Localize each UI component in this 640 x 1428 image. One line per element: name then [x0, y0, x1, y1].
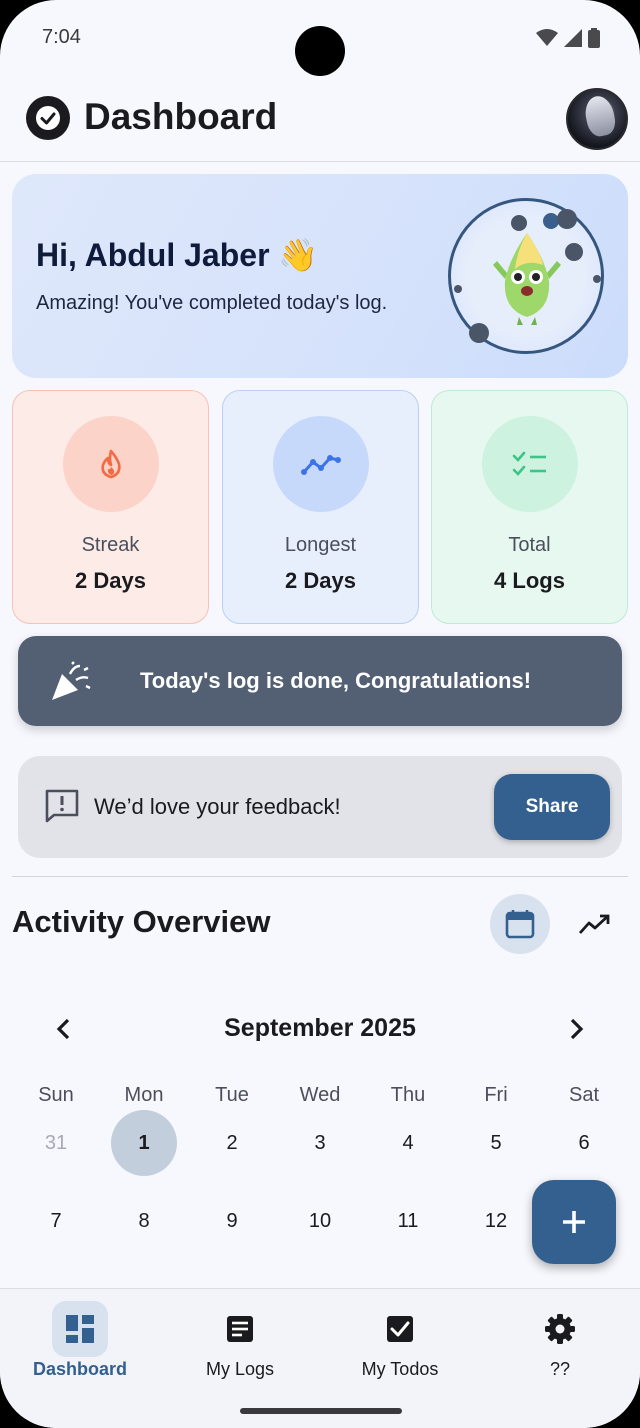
- bottom-navigation: Dashboard My Logs My Todos ??: [0, 1288, 640, 1428]
- calendar-day[interactable]: 31: [23, 1110, 89, 1176]
- add-log-button[interactable]: [532, 1180, 616, 1264]
- mascot-image: [448, 198, 604, 354]
- notes-icon: [212, 1301, 268, 1357]
- nav-item-settings[interactable]: ??: [480, 1289, 640, 1399]
- congrats-text: Today's log is done, Congratulations!: [140, 668, 532, 693]
- signal-icon: [564, 29, 582, 47]
- trending-up-icon: [578, 914, 610, 934]
- chart-view-button[interactable]: [564, 894, 624, 954]
- divider: [12, 876, 628, 877]
- plus-icon: [563, 1211, 585, 1233]
- avatar[interactable]: [566, 88, 628, 150]
- stat-value: 2 Days: [285, 568, 356, 593]
- calendar-day[interactable]: 6: [551, 1110, 617, 1176]
- calendar-day[interactable]: 11: [375, 1188, 441, 1254]
- stat-label: Streak: [81, 534, 140, 556]
- weekday-label: Tue: [215, 1084, 249, 1106]
- greeting-card: Hi, Abdul Jaber 👋 Amazing! You've comple…: [12, 174, 628, 378]
- checklist-icon: [482, 416, 578, 512]
- camera-cutout: [295, 26, 345, 76]
- weekday-label: Wed: [299, 1084, 341, 1106]
- stat-value: 4 Logs: [494, 568, 565, 593]
- dashboard-icon: [52, 1301, 108, 1357]
- congrats-banner: Today's log is done, Congratulations!: [18, 636, 622, 726]
- greeting-subtitle: Amazing! You've completed today's log.: [36, 292, 388, 314]
- system-icons: [536, 28, 600, 48]
- app-bar: Dashboard: [0, 80, 640, 162]
- nav-item-my-logs[interactable]: My Logs: [160, 1289, 320, 1399]
- section-title: Activity Overview: [12, 904, 271, 939]
- weekday-label: Sat: [568, 1084, 600, 1106]
- settings-icon: [532, 1301, 588, 1357]
- calendar-day[interactable]: 8: [111, 1188, 177, 1254]
- stat-card-total: Total 4 Logs: [431, 390, 628, 624]
- nav-item-my-todos[interactable]: My Todos: [320, 1289, 480, 1399]
- feedback-card: We’d love your feedback! Share: [18, 756, 622, 858]
- nav-label: Dashboard: [32, 1359, 128, 1379]
- calendar-day[interactable]: 5: [463, 1110, 529, 1176]
- calendar-icon: [505, 910, 535, 939]
- next-month-button[interactable]: [562, 1012, 592, 1046]
- stat-card-streak: Streak 2 Days: [12, 390, 209, 624]
- calendar-day[interactable]: 10: [287, 1188, 353, 1254]
- share-button[interactable]: Share: [494, 774, 610, 840]
- calendar-day-selected[interactable]: 1: [111, 1110, 177, 1176]
- weekday-label: Thu: [390, 1084, 426, 1106]
- nav-label: My Todos: [361, 1359, 439, 1379]
- calendar-view-button[interactable]: [490, 894, 550, 954]
- calendar-day[interactable]: 2: [199, 1110, 265, 1176]
- calendar-day[interactable]: 3: [287, 1110, 353, 1176]
- calendar-day[interactable]: 4: [375, 1110, 441, 1176]
- trending-up-icon: [273, 416, 369, 512]
- page-title: Dashboard: [84, 96, 278, 137]
- weekday-label: Mon: [124, 1084, 164, 1106]
- weekday-label: Sun: [38, 1084, 74, 1106]
- checkbox-icon: [372, 1301, 428, 1357]
- nav-label: My Logs: [205, 1359, 275, 1379]
- nav-label: ??: [549, 1359, 571, 1379]
- party-popper-icon: [52, 661, 91, 700]
- app-logo-icon: [26, 96, 70, 140]
- calendar-day[interactable]: 9: [199, 1188, 265, 1254]
- status-bar: 7:04: [0, 0, 640, 80]
- feedback-icon: [45, 789, 79, 823]
- battery-icon: [588, 28, 600, 48]
- flame-icon: [63, 416, 159, 512]
- feedback-text: We’d love your feedback!: [94, 794, 341, 819]
- wifi-icon: [536, 29, 558, 46]
- chevron-right-icon: [570, 1018, 584, 1040]
- greeting-title: Hi, Abdul Jaber 👋: [36, 237, 319, 273]
- status-time: 7:04: [42, 26, 81, 48]
- weekday-label: Fri: [484, 1084, 508, 1106]
- stat-value: 2 Days: [75, 568, 146, 593]
- stat-card-longest: Longest 2 Days: [222, 390, 419, 624]
- calendar-month: September 2025: [224, 1014, 416, 1042]
- calendar-day[interactable]: 7: [23, 1188, 89, 1254]
- stat-label: Total: [508, 534, 551, 556]
- phone-screen: 7:04 Dashboard Hi, Abdul Jaber 👋 Amazing…: [0, 0, 640, 1428]
- nav-item-dashboard[interactable]: Dashboard: [0, 1289, 160, 1399]
- calendar-day[interactable]: 12: [463, 1188, 529, 1254]
- stat-label: Longest: [284, 534, 357, 556]
- home-indicator: [240, 1408, 402, 1414]
